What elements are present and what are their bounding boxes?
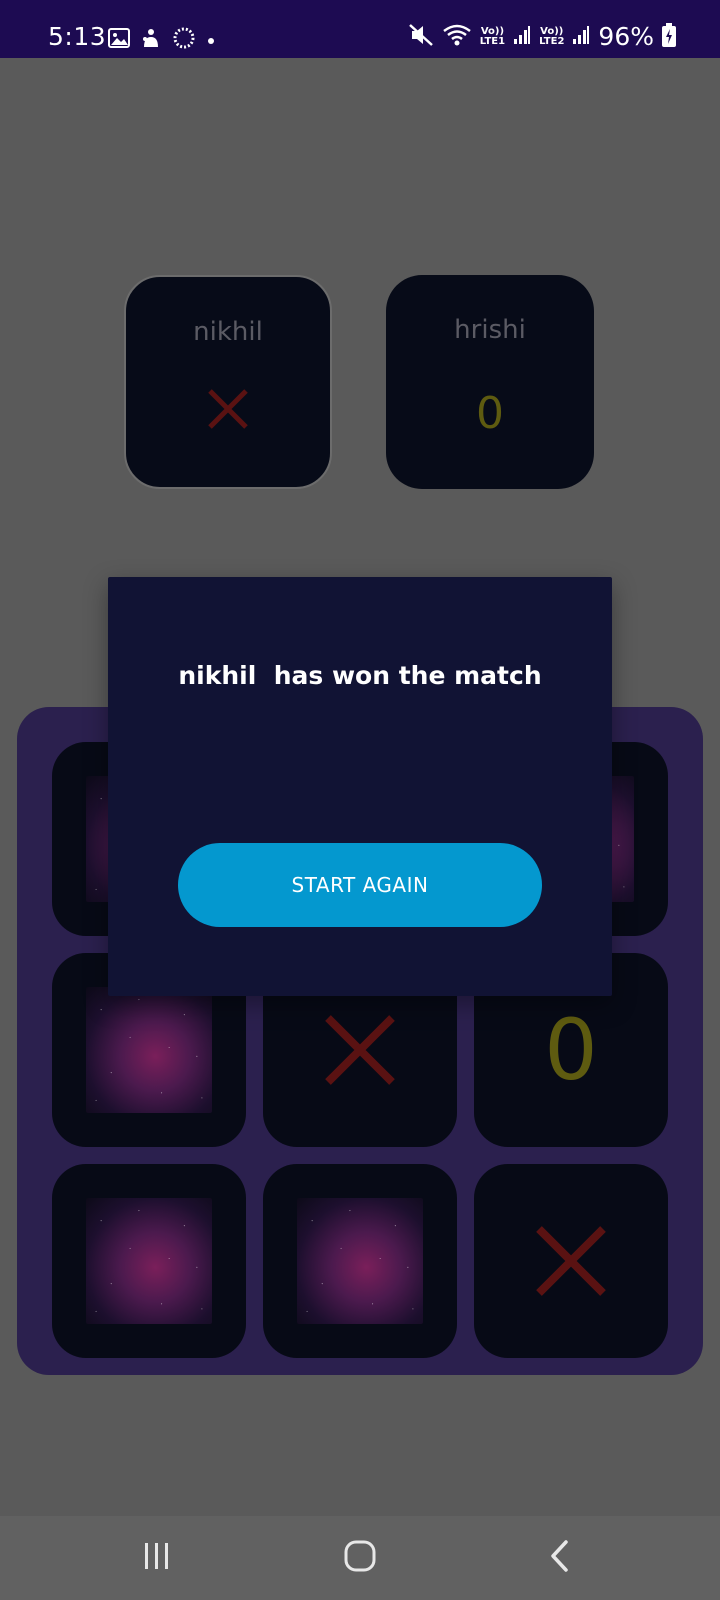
battery-charging-icon [662,22,676,51]
board-cell-8[interactable] [263,1164,457,1358]
back-icon [545,1539,575,1577]
status-right-icons: Vo)) LTE1 Vo)) LTE2 96% [408,22,676,51]
gallery-icon [108,28,130,52]
galaxy-tile-image [86,987,212,1113]
navigation-bar [0,1516,720,1600]
player2-name: hrishi [454,315,526,345]
status-time: 5:13 [48,22,107,51]
loading-icon [172,26,196,54]
player2-mark: 0 [476,388,504,439]
galaxy-tile-image [297,1198,423,1324]
x-mark-icon [474,1164,668,1358]
player1-name: nikhil [193,317,263,347]
player1-mark-x-icon [126,387,330,435]
status-bar: 5:13 Vo)) LTE1 Vo)) LTE2 96% [0,0,720,58]
recent-apps-button[interactable] [127,1534,187,1582]
winner-dialog: nikhil has won the match START AGAIN [108,577,612,996]
status-left-icons [108,26,216,54]
galaxy-tile-image [86,1198,212,1324]
player1-score-card: nikhil [124,275,332,489]
start-again-button[interactable]: START AGAIN [178,843,542,927]
signal-icon [513,25,531,49]
recent-apps-icon [141,1540,173,1576]
player2-score-card: hrishi 0 [386,275,594,489]
sim2-label: Vo)) LTE2 [539,25,565,47]
board-cell-7[interactable] [52,1164,246,1358]
mute-icon [408,23,434,51]
dot-icon [206,31,216,50]
back-button[interactable] [530,1534,590,1582]
home-icon [343,1539,377,1577]
home-button[interactable] [330,1534,390,1582]
battery-percentage: 96% [598,22,654,51]
wifi-icon [442,23,472,51]
notification-icon [140,27,162,53]
signal-icon [572,25,590,49]
sim1-label: Vo)) LTE1 [479,25,506,47]
board-cell-9[interactable] [474,1164,668,1358]
winner-message: nikhil has won the match [178,661,542,690]
